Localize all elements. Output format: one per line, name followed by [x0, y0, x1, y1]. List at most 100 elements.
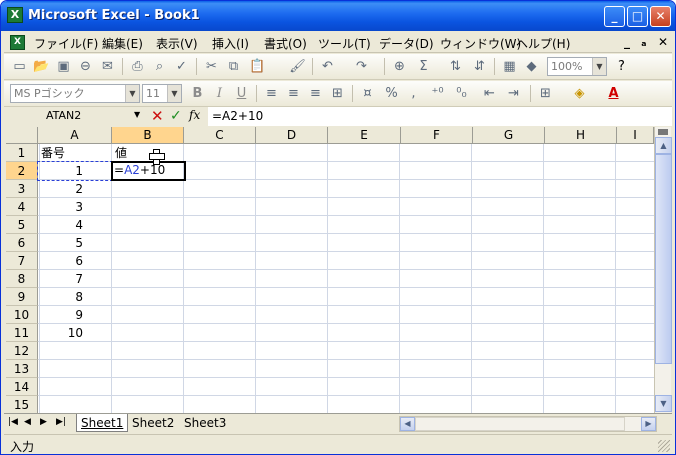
open-folder-icon[interactable]: 📂: [32, 58, 51, 76]
print-preview-icon[interactable]: ⌕: [150, 58, 169, 76]
cell-a6[interactable]: 5: [38, 234, 112, 252]
chart-wizard-icon[interactable]: ▦: [500, 58, 519, 76]
cell-a8[interactable]: 7: [38, 270, 112, 288]
chevron-down-icon[interactable]: ▼: [125, 85, 139, 102]
split-handle-icon[interactable]: [658, 129, 668, 135]
font-name-combo[interactable]: MS Pゴシック ▼: [10, 84, 140, 103]
autosum-icon[interactable]: Σ: [414, 58, 433, 76]
title-bar[interactable]: X Microsoft Excel - Book1 _ □ ✕: [1, 1, 675, 31]
spelling-icon[interactable]: ✓: [172, 58, 191, 76]
enter-formula-button[interactable]: ✓: [170, 107, 182, 125]
column-header-a[interactable]: A: [38, 127, 112, 144]
decrease-indent-icon[interactable]: ⇤: [480, 85, 499, 103]
minimize-button[interactable]: _: [604, 6, 625, 27]
borders-icon[interactable]: ⊞: [536, 85, 555, 103]
maximize-button[interactable]: □: [627, 6, 648, 27]
chevron-down-icon[interactable]: ▼: [134, 110, 140, 119]
document-icon[interactable]: X: [10, 35, 25, 50]
new-document-icon[interactable]: ▭: [10, 58, 29, 76]
cell-a4[interactable]: 3: [38, 198, 112, 216]
menu-file[interactable]: ファイル(F): [34, 35, 98, 52]
italic-button[interactable]: I: [210, 85, 229, 103]
scroll-down-icon[interactable]: ▼: [655, 395, 672, 412]
sheet-tab-sheet2[interactable]: Sheet2: [128, 414, 178, 432]
menu-tools[interactable]: ツール(T): [318, 35, 371, 52]
comma-button[interactable]: ,: [404, 85, 423, 103]
row-header-5[interactable]: 5: [6, 216, 38, 234]
row-header-4[interactable]: 4: [6, 198, 38, 216]
scroll-up-icon[interactable]: ▲: [655, 137, 672, 154]
first-sheet-icon[interactable]: |◀: [8, 417, 18, 427]
underline-button[interactable]: U: [232, 85, 251, 103]
cell-a3[interactable]: 2: [38, 180, 112, 198]
last-sheet-icon[interactable]: ▶|: [56, 417, 66, 427]
cell-b1[interactable]: 値: [112, 144, 184, 162]
column-header-f[interactable]: F: [401, 127, 473, 144]
row-header-13[interactable]: 13: [6, 360, 38, 378]
font-color-icon[interactable]: A: [604, 85, 623, 103]
excel-app-icon[interactable]: X: [7, 7, 23, 23]
doc-restore-icon[interactable]: ₐ: [641, 35, 647, 49]
scroll-left-icon[interactable]: ◀: [400, 417, 415, 431]
align-left-icon[interactable]: ≡: [262, 85, 281, 103]
hyperlink-icon[interactable]: ⊕: [390, 58, 409, 76]
permission-icon[interactable]: ⊖: [76, 58, 95, 76]
column-header-h[interactable]: H: [545, 127, 617, 144]
merge-center-icon[interactable]: ⊞: [328, 85, 347, 103]
resize-grip-icon[interactable]: [658, 440, 670, 452]
column-header-b[interactable]: B: [112, 127, 184, 144]
save-icon[interactable]: ▣: [54, 58, 73, 76]
menu-insert[interactable]: 挿入(I): [212, 35, 249, 52]
sort-ascending-icon[interactable]: ⇅: [446, 58, 465, 76]
column-header-g[interactable]: G: [473, 127, 545, 144]
undo-icon[interactable]: ↶: [318, 58, 337, 76]
row-header-6[interactable]: 6: [6, 234, 38, 252]
cell-a2[interactable]: 1: [37, 161, 113, 181]
row-header-10[interactable]: 10: [6, 306, 38, 324]
row-header-8[interactable]: 8: [6, 270, 38, 288]
column-header-i[interactable]: I: [617, 127, 654, 144]
prev-sheet-icon[interactable]: ◀: [24, 417, 31, 427]
select-all-button[interactable]: [6, 127, 38, 144]
formula-input[interactable]: =A2+10: [208, 107, 672, 126]
align-right-icon[interactable]: ≡: [306, 85, 325, 103]
cancel-formula-button[interactable]: ✕: [151, 107, 164, 125]
drawing-icon[interactable]: ◆: [522, 58, 541, 76]
font-size-combo[interactable]: 11 ▼: [142, 84, 182, 103]
row-header-1[interactable]: 1: [6, 144, 38, 162]
sheet-tab-sheet1[interactable]: Sheet1: [76, 414, 129, 432]
cell-a9[interactable]: 8: [38, 288, 112, 306]
menu-view[interactable]: 表示(V): [156, 35, 198, 52]
menu-edit[interactable]: 編集(E): [102, 35, 143, 52]
row-header-12[interactable]: 12: [6, 342, 38, 360]
copy-icon[interactable]: ⧉: [224, 58, 243, 76]
format-painter-icon[interactable]: 🖌: [288, 58, 307, 76]
row-header-9[interactable]: 9: [6, 288, 38, 306]
fill-color-icon[interactable]: ◈: [570, 85, 589, 103]
row-header-14[interactable]: 14: [6, 378, 38, 396]
menu-format[interactable]: 書式(O): [264, 35, 307, 52]
row-header-2[interactable]: 2: [6, 162, 38, 180]
cell-b2-editing[interactable]: =A2+10: [111, 161, 186, 181]
menu-window[interactable]: ウィンドウ(W): [440, 35, 521, 52]
row-header-15[interactable]: 15: [6, 396, 38, 414]
scroll-thumb[interactable]: [655, 154, 672, 364]
row-header-11[interactable]: 11: [6, 324, 38, 342]
cell-a5[interactable]: 4: [38, 216, 112, 234]
column-header-c[interactable]: C: [184, 127, 256, 144]
next-sheet-icon[interactable]: ▶: [40, 417, 47, 427]
cell-a11[interactable]: 10: [38, 324, 112, 342]
chevron-down-icon[interactable]: ▼: [592, 58, 606, 75]
bold-button[interactable]: B: [188, 85, 207, 103]
help-icon[interactable]: ?: [612, 58, 631, 76]
row-header-3[interactable]: 3: [6, 180, 38, 198]
zoom-combo[interactable]: 100% ▼: [547, 57, 607, 76]
sheet-tab-sheet3[interactable]: Sheet3: [180, 414, 230, 432]
align-center-icon[interactable]: ≡: [284, 85, 303, 103]
increase-decimal-icon[interactable]: ⁺⁰: [428, 85, 447, 103]
redo-icon[interactable]: ↷: [352, 58, 371, 76]
close-button[interactable]: ✕: [650, 6, 671, 27]
row-header-7[interactable]: 7: [6, 252, 38, 270]
name-box[interactable]: ATAN2: [8, 107, 135, 125]
percent-button[interactable]: %: [382, 85, 401, 103]
